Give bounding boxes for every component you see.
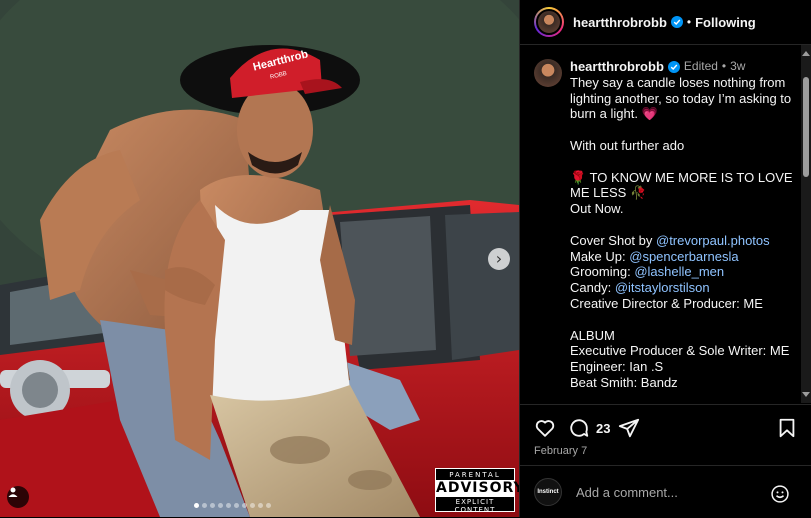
carousel-dot bbox=[226, 503, 231, 508]
separator-dot: • bbox=[686, 15, 692, 29]
carousel-dot bbox=[218, 503, 223, 508]
post-details-panel: heartthrobrobb • Following heartthrobrob… bbox=[519, 0, 811, 517]
scroll-up-arrow-icon[interactable] bbox=[802, 51, 810, 56]
credit-line: Cover Shot by @trevorpaul.photos bbox=[570, 233, 798, 249]
current-user-avatar[interactable]: Instinct bbox=[534, 478, 562, 506]
verified-badge-icon bbox=[667, 60, 680, 73]
carousel-dot bbox=[250, 503, 255, 508]
heart-icon bbox=[535, 420, 555, 437]
caption-line: 🌹 TO KNOW ME MORE IS TO LOVE ME LESS 🥀 bbox=[570, 169, 793, 201]
caption-scroll-area[interactable]: heartthrobrobb Edited • 3w They say a ca… bbox=[520, 45, 801, 403]
album-line: Engineer: Ian .S bbox=[570, 359, 664, 375]
credit-label: Make Up: bbox=[570, 248, 630, 264]
carousel-dot bbox=[202, 503, 207, 508]
parental-advisory-label: PARENTAL ADVISORY EXPLICIT CONTENT bbox=[435, 468, 519, 514]
like-button[interactable] bbox=[534, 417, 556, 444]
avatar[interactable] bbox=[536, 9, 562, 35]
emoji-button[interactable] bbox=[770, 484, 790, 509]
album-cover-artwork: Heartthrob ROBB bbox=[0, 0, 519, 517]
credit-line: Make Up: @spencerbarnesla bbox=[570, 249, 798, 265]
following-button[interactable]: Following bbox=[695, 15, 756, 30]
caption-line: Out Now. bbox=[570, 201, 624, 217]
carousel-dot bbox=[234, 503, 239, 508]
album-heading: ALBUM bbox=[570, 327, 615, 343]
mention-link[interactable]: @lashelle_men bbox=[634, 264, 724, 279]
carousel-indicator bbox=[194, 503, 271, 508]
post-image[interactable]: Heartthrob ROBB › PARENTAL ADVISORY EXPL… bbox=[0, 0, 519, 517]
scroll-down-arrow-icon[interactable] bbox=[802, 392, 810, 397]
album-line: Beat Smith: Bandz bbox=[570, 374, 678, 390]
separator-dot: • bbox=[721, 59, 727, 73]
add-comment-bar: Instinct bbox=[520, 465, 811, 518]
carousel-dot bbox=[258, 503, 263, 508]
post-age[interactable]: 3w bbox=[730, 59, 745, 75]
credit-label: Cover Shot by bbox=[570, 232, 656, 248]
user-icon bbox=[8, 487, 18, 497]
verified-badge-icon bbox=[670, 16, 683, 28]
credit-label: Candy: bbox=[570, 280, 615, 296]
carousel-dot bbox=[266, 503, 271, 508]
share-button[interactable] bbox=[618, 417, 640, 444]
scrollbar-thumb[interactable] bbox=[803, 77, 809, 177]
credit-line: Creative Director & Producer: ME bbox=[570, 295, 763, 311]
mention-link[interactable]: @spencerbarnesla bbox=[629, 249, 738, 264]
post-actions: 23 February 7 bbox=[520, 404, 811, 465]
post-date[interactable]: February 7 bbox=[534, 445, 587, 457]
credit-line: Candy: @itstaylorstilson bbox=[570, 280, 798, 296]
bookmark-icon bbox=[779, 418, 795, 438]
carousel-dot bbox=[210, 503, 215, 508]
tagged-users-button[interactable] bbox=[7, 486, 29, 508]
advisory-main-text: ADVISORY bbox=[436, 480, 519, 497]
credit-label: Grooming: bbox=[570, 264, 635, 280]
chevron-right-icon: › bbox=[495, 249, 503, 268]
emoji-icon bbox=[771, 485, 789, 503]
caption-text: They say a candle loses nothing from lig… bbox=[570, 75, 798, 391]
save-button[interactable] bbox=[776, 417, 798, 444]
credit-line: Grooming: @lashelle_men bbox=[570, 264, 798, 280]
caption-line: They say a candle loses nothing from lig… bbox=[570, 74, 792, 122]
caption-username-link[interactable]: heartthrobrobb bbox=[570, 59, 664, 75]
story-ring[interactable] bbox=[534, 7, 564, 37]
comment-count: 23 bbox=[596, 421, 611, 436]
paper-plane-icon bbox=[618, 418, 640, 438]
caption-comment: heartthrobrobb Edited • 3w They say a ca… bbox=[520, 45, 801, 391]
mention-link[interactable]: @trevorpaul.photos bbox=[656, 233, 770, 248]
caption-avatar[interactable] bbox=[534, 59, 562, 87]
caption-scrollbar[interactable] bbox=[801, 45, 811, 403]
username-link[interactable]: heartthrobrobb bbox=[573, 15, 667, 30]
comment-bubble-icon bbox=[570, 419, 589, 437]
comment-input[interactable] bbox=[574, 483, 768, 501]
mention-link[interactable]: @itstaylorstilson bbox=[615, 280, 710, 295]
caption-line: With out further ado bbox=[570, 137, 685, 153]
advisory-top-text: PARENTAL bbox=[449, 471, 501, 479]
comment-button[interactable] bbox=[568, 417, 590, 444]
carousel-dot bbox=[242, 503, 247, 508]
album-line: Executive Producer & Sole Writer: ME bbox=[570, 343, 790, 359]
post-header: heartthrobrobb • Following bbox=[520, 0, 811, 45]
edited-label: Edited bbox=[683, 59, 718, 73]
carousel-dot bbox=[194, 503, 199, 508]
next-slide-button[interactable]: › bbox=[488, 248, 510, 270]
advisory-bottom-text: EXPLICIT CONTENT bbox=[454, 498, 496, 514]
